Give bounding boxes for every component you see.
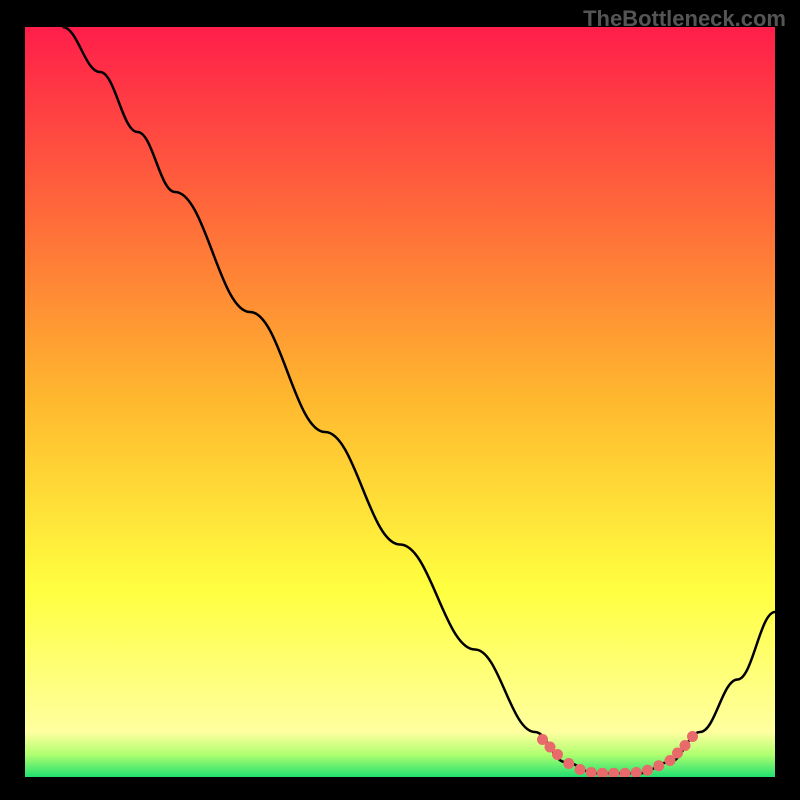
chart-background	[25, 27, 775, 777]
highlight-dot	[653, 760, 664, 771]
highlight-dot	[552, 749, 563, 760]
watermark-text: TheBottleneck.com	[583, 6, 786, 32]
highlight-dot	[563, 758, 574, 769]
highlight-dot	[687, 731, 698, 742]
highlight-dot	[642, 765, 653, 776]
chart-area	[25, 27, 775, 777]
chart-svg	[25, 27, 775, 777]
highlight-dot	[680, 740, 691, 751]
highlight-dot	[575, 764, 586, 775]
